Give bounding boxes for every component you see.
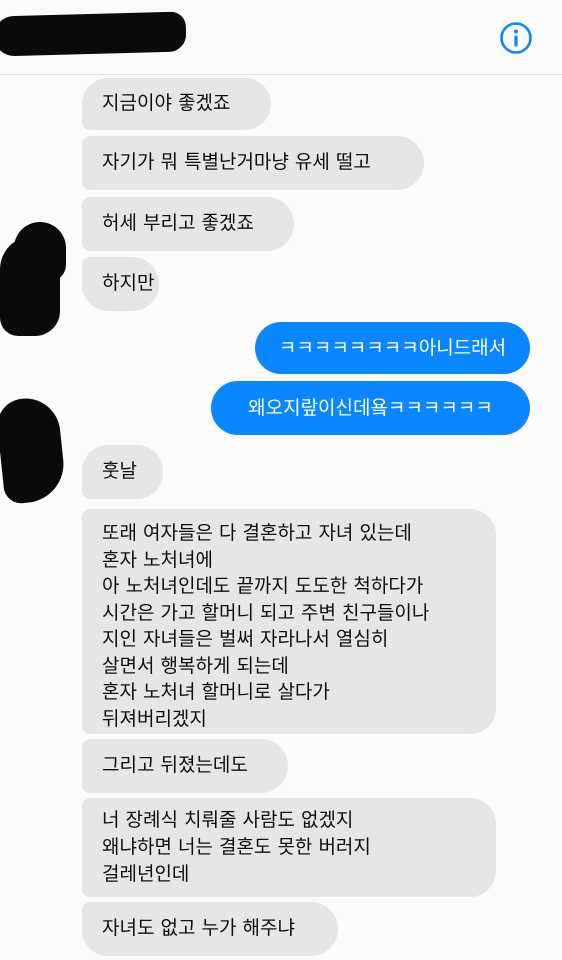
message-bubble-incoming: 허세 부리고 좋겠죠 [82,197,294,251]
redacted-contact-name [0,11,187,57]
message-bubble-incoming: 그리고 뒤졌는데도 [82,739,288,793]
info-icon[interactable] [499,21,533,55]
message-bubble-incoming: 지금이야 좋겠죠 [82,78,271,130]
message-bubble-incoming: 너 장례식 치뤄줄 사람도 없겠지 왜냐하면 너는 결혼도 못한 버러지 걸레년… [82,798,496,897]
chat-header [0,0,562,75]
message-bubble-incoming: 훗날 [82,445,163,499]
message-bubble-incoming: 하지만 [82,257,159,311]
message-bubble-incoming: 자기가 뭐 특별난거마냥 유세 떨고 [82,136,424,190]
message-bubble-outgoing: ㅋㅋㅋㅋㅋㅋㅋㅋ아니드래서 [255,322,530,374]
redacted-avatar [10,470,46,500]
message-bubble-incoming: 자녀도 없고 누가 해주냐 [82,902,338,956]
message-bubble-outgoing: 왜오지랖이신데욬ㅋㅋㅋㅋㅋㅋ [211,381,530,435]
redacted-avatar [14,222,66,282]
message-bubble-incoming: 또래 여자들은 다 결혼하고 자녀 있는데 혼자 노처녀에 아 노처녀인데도 끝… [82,509,496,734]
